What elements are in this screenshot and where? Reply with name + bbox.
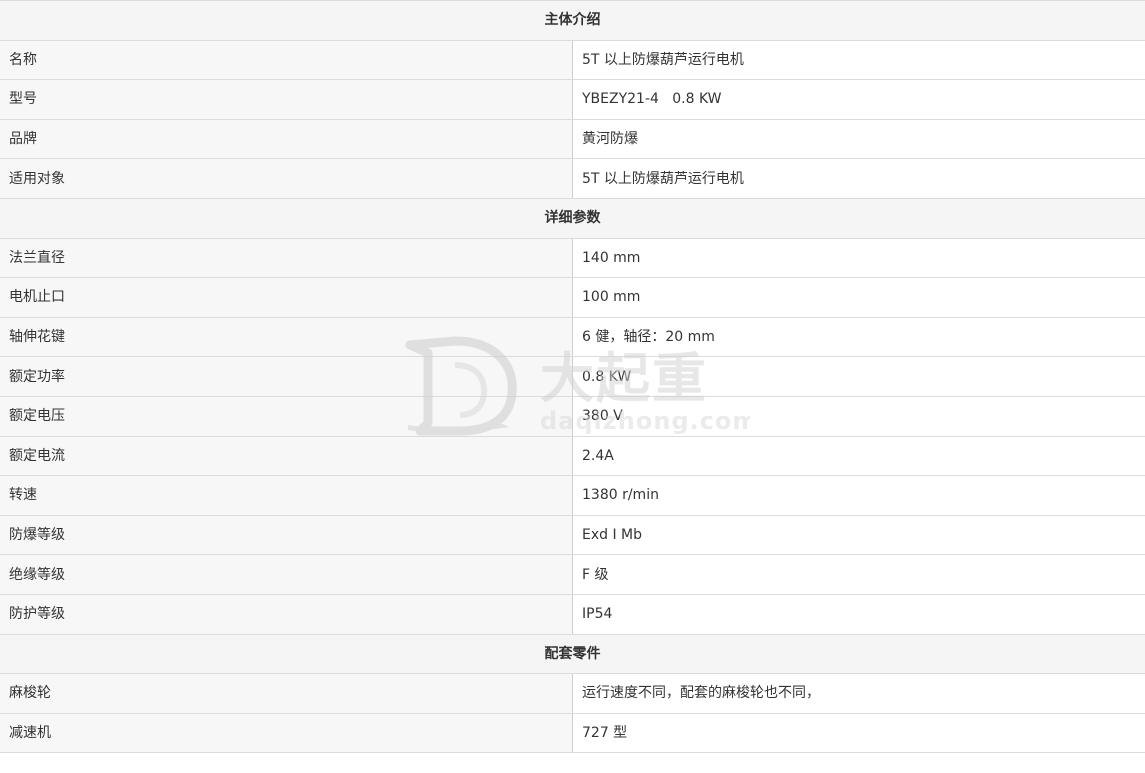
row-value: 5T 以上防爆葫芦运行电机 [572,158,1145,199]
row-value: 140 mm [572,238,1145,279]
row-label: 适用对象 [0,158,573,199]
row-label: 轴伸花键 [0,317,573,358]
row-label: 防护等级 [0,594,573,635]
row-value: YBEZY21-4 0.8 KW [572,79,1145,120]
spec-table: 主体介绍 名称 5T 以上防爆葫芦运行电机 型号 YBEZY21-4 0.8 K… [0,0,1145,754]
row-label: 名称 [0,40,573,81]
table-row: 适用对象 5T 以上防爆葫芦运行电机 [0,158,1145,199]
row-value: 727 型 [572,713,1145,754]
section-title: 配套零件 [0,634,1145,675]
row-value: 0.8 KW [572,356,1145,397]
row-value: 5T 以上防爆葫芦运行电机 [572,40,1145,81]
table-row: 轴伸花键 6 健，轴径：20 mm [0,317,1145,358]
table-row: 额定电压 380 V [0,396,1145,437]
row-label: 额定功率 [0,356,573,397]
table-row: 额定电流 2.4A [0,436,1145,477]
row-label: 转速 [0,475,573,516]
row-label: 绝缘等级 [0,554,573,595]
section-header-details: 详细参数 [0,198,1145,239]
row-label: 额定电压 [0,396,573,437]
table-row: 额定功率 0.8 KW [0,356,1145,397]
row-label: 法兰直径 [0,238,573,279]
row-value: 380 V [572,396,1145,437]
table-row: 型号 YBEZY21-4 0.8 KW [0,79,1145,120]
table-row: 电机止口 100 mm [0,277,1145,318]
row-label: 额定电流 [0,436,573,477]
table-row: 法兰直径 140 mm [0,238,1145,279]
row-label: 型号 [0,79,573,120]
table-row: 绝缘等级 F 级 [0,554,1145,595]
row-value: Exd I Mb [572,515,1145,556]
row-value: 1380 r/min [572,475,1145,516]
table-row: 防护等级 IP54 [0,594,1145,635]
section-header-parts: 配套零件 [0,634,1145,675]
row-value: 6 健，轴径：20 mm [572,317,1145,358]
row-label: 减速机 [0,713,573,754]
table-row: 防爆等级 Exd I Mb [0,515,1145,556]
row-value: 100 mm [572,277,1145,318]
row-label: 电机止口 [0,277,573,318]
table-row: 转速 1380 r/min [0,475,1145,516]
row-value: IP54 [572,594,1145,635]
row-value: 运行速度不同，配套的麻梭轮也不同， [572,673,1145,714]
row-value: 黄河防爆 [572,119,1145,160]
section-header-intro: 主体介绍 [0,0,1145,41]
row-label: 麻梭轮 [0,673,573,714]
table-row: 品牌 黄河防爆 [0,119,1145,160]
table-row: 麻梭轮 运行速度不同，配套的麻梭轮也不同， [0,673,1145,714]
row-value: F 级 [572,554,1145,595]
row-label: 品牌 [0,119,573,160]
row-label: 防爆等级 [0,515,573,556]
table-row: 名称 5T 以上防爆葫芦运行电机 [0,40,1145,81]
table-row: 减速机 727 型 [0,713,1145,754]
section-title: 详细参数 [0,198,1145,239]
row-value: 2.4A [572,436,1145,477]
section-title: 主体介绍 [0,0,1145,41]
